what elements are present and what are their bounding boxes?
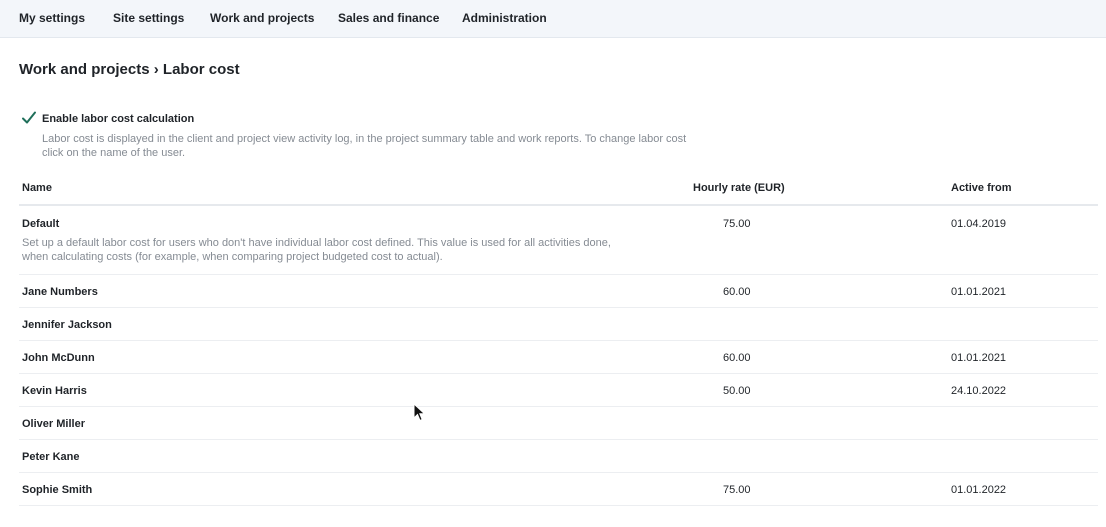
check-mark-icon <box>22 111 36 124</box>
row-active-from: 01.01.2021 <box>951 352 1007 364</box>
row-hourly-rate: 75.00 <box>723 484 751 496</box>
page-title: Work and projects › Labor cost <box>19 61 240 78</box>
column-header-active-from: Active from <box>951 182 1012 194</box>
row-description: Set up a default labor cost for users wh… <box>22 237 611 263</box>
table-row[interactable]: Peter Kane <box>19 440 1098 473</box>
row-hourly-rate: 50.00 <box>723 385 751 397</box>
column-header-name: Name <box>22 182 52 194</box>
row-name[interactable]: Default <box>22 218 59 230</box>
row-hourly-rate: 60.00 <box>723 286 751 298</box>
row-active-from: 01.01.2021 <box>951 286 1007 298</box>
nav-item-administration[interactable]: Administration <box>462 11 547 25</box>
row-name[interactable]: Kevin Harris <box>22 385 87 397</box>
row-name[interactable]: Peter Kane <box>22 451 79 463</box>
column-header-hourly-rate: Hourly rate (EUR) <box>693 182 785 194</box>
enable-labor-cost-checkbox[interactable] <box>21 110 37 126</box>
row-active-from: 01.01.2022 <box>951 484 1007 496</box>
row-hourly-rate: 75.00 <box>723 218 751 230</box>
table-row-default[interactable]: Default 75.00 01.04.2019 Set up a defaul… <box>19 207 1098 275</box>
row-active-from: 24.10.2022 <box>951 385 1007 397</box>
row-name[interactable]: Jennifer Jackson <box>22 319 112 331</box>
table-row[interactable]: John McDunn 60.00 01.01.2021 <box>19 341 1098 374</box>
table-row[interactable]: Jennifer Jackson <box>19 308 1098 341</box>
enable-labor-cost-description: Labor cost is displayed in the client an… <box>42 133 687 159</box>
table-row[interactable]: Kevin Harris 50.00 24.10.2022 <box>19 374 1098 407</box>
table-row[interactable]: Sophie Smith 75.00 01.01.2022 <box>19 473 1098 506</box>
nav-item-site-settings[interactable]: Site settings <box>113 11 184 25</box>
enable-labor-cost-label[interactable]: Enable labor cost calculation <box>42 113 194 125</box>
top-navigation: My settings Site settings Work and proje… <box>0 0 1106 38</box>
table-header-divider <box>19 204 1098 206</box>
row-name[interactable]: Sophie Smith <box>22 484 92 496</box>
table-row[interactable]: Jane Numbers 60.00 01.01.2021 <box>19 275 1098 308</box>
nav-item-sales-and-finance[interactable]: Sales and finance <box>338 11 439 25</box>
row-name[interactable]: Jane Numbers <box>22 286 98 298</box>
row-name[interactable]: Oliver Miller <box>22 418 85 430</box>
row-active-from: 01.04.2019 <box>951 218 1007 230</box>
row-name[interactable]: John McDunn <box>22 352 95 364</box>
nav-item-my-settings[interactable]: My settings <box>19 11 85 25</box>
row-hourly-rate: 60.00 <box>723 352 751 364</box>
table-row[interactable]: Oliver Miller <box>19 407 1098 440</box>
nav-item-work-and-projects[interactable]: Work and projects <box>210 11 314 25</box>
